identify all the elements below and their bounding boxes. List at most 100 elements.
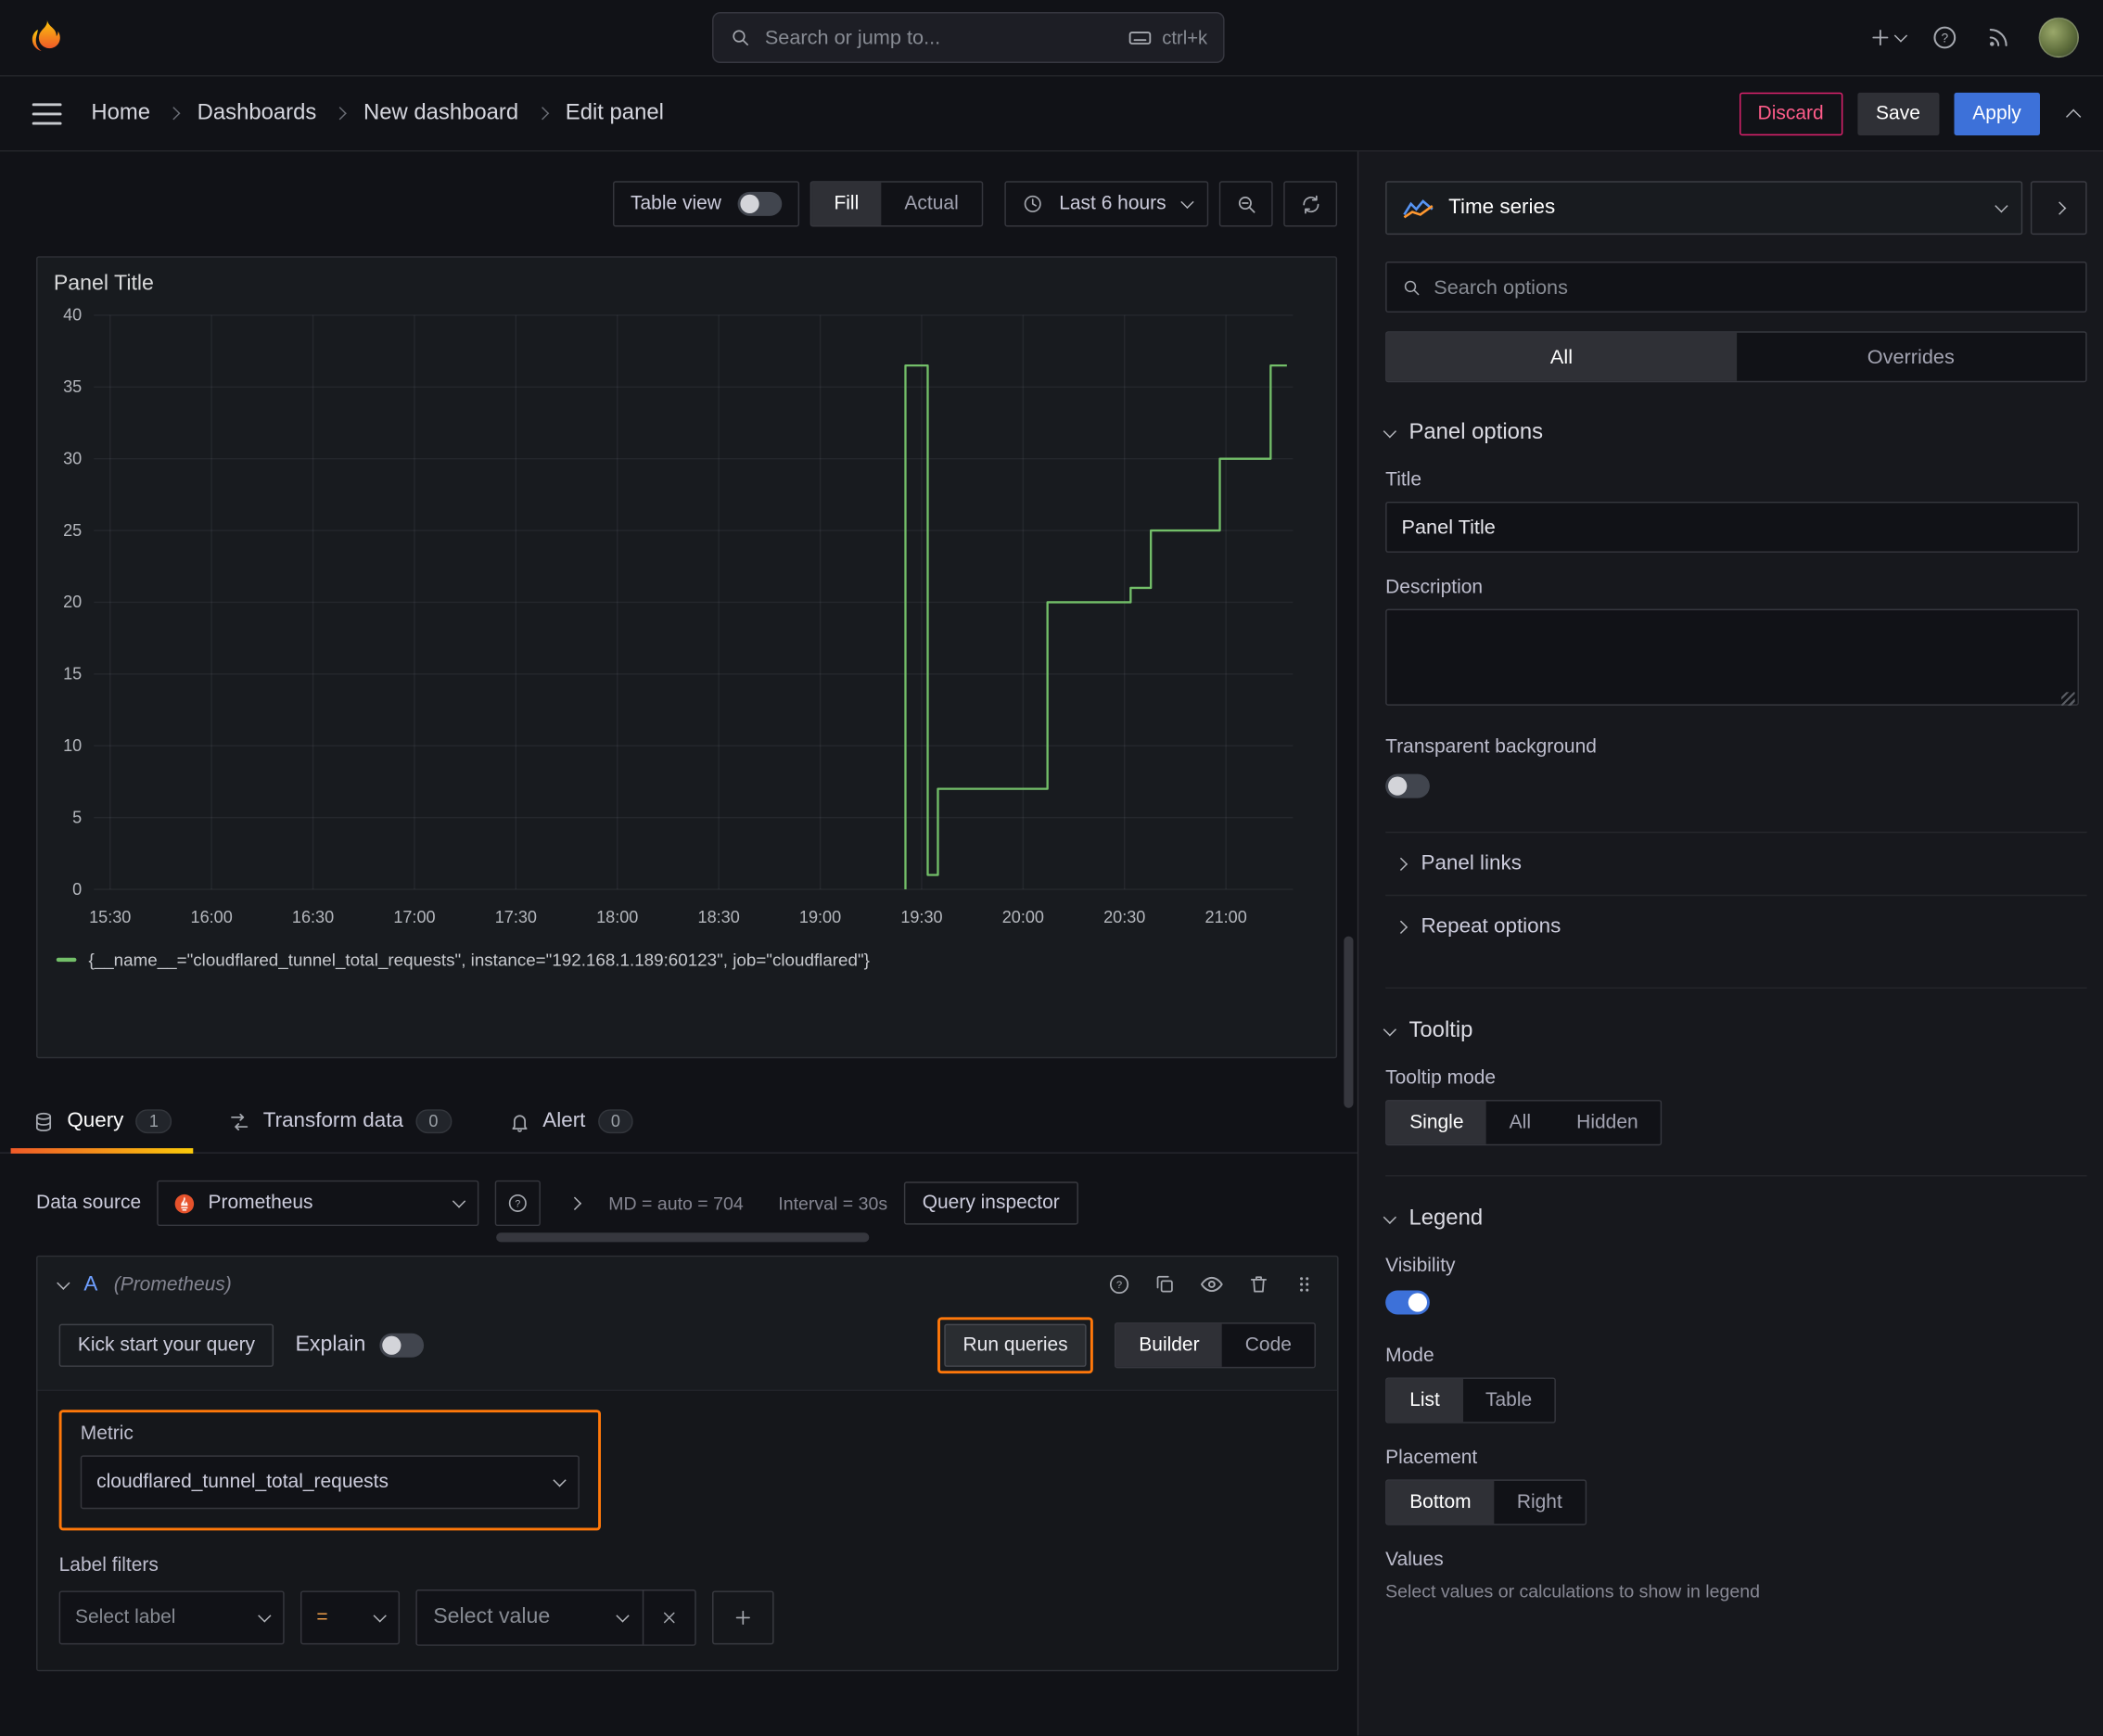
time-series-chart[interactable]: 0 5 10 15 20 25 30 35 40 15:30 16:00 16:30 17:00 17:3… bbox=[37, 297, 1314, 938]
tab-query[interactable]: Query 1 bbox=[10, 1093, 194, 1154]
options-search[interactable] bbox=[1385, 262, 2087, 313]
apply-button[interactable]: Apply bbox=[1954, 92, 2041, 135]
svg-text:40: 40 bbox=[63, 306, 82, 325]
legend-series-label[interactable]: {__name__="cloudflared_tunnel_total_requ… bbox=[88, 950, 869, 970]
legend-visibility-switch[interactable] bbox=[1385, 1290, 1430, 1315]
breadcrumb-edit-panel: Edit panel bbox=[565, 100, 664, 125]
help-icon[interactable]: ? bbox=[1931, 24, 1958, 51]
code-option[interactable]: Code bbox=[1222, 1324, 1314, 1367]
svg-text:25: 25 bbox=[63, 521, 82, 540]
query-ref-id: A bbox=[83, 1271, 98, 1296]
visualization-picker[interactable]: Time series bbox=[1385, 181, 2023, 236]
query-options-summary[interactable]: MD = auto = 704 Interval = 30s bbox=[608, 1194, 887, 1214]
query-options-expand-icon[interactable] bbox=[568, 1196, 581, 1210]
tooltip-all-option[interactable]: All bbox=[1486, 1102, 1554, 1144]
actual-option[interactable]: Actual bbox=[882, 183, 981, 225]
drag-handle-icon[interactable] bbox=[1293, 1273, 1316, 1296]
collapse-query-icon[interactable] bbox=[57, 1276, 70, 1289]
fill-option[interactable]: Fill bbox=[810, 182, 882, 225]
transparent-background-switch[interactable] bbox=[1385, 773, 1430, 798]
datasource-select[interactable]: Prometheus bbox=[157, 1180, 479, 1227]
hide-query-eye-icon[interactable] bbox=[1199, 1271, 1224, 1296]
placement-right-option[interactable]: Right bbox=[1494, 1481, 1585, 1524]
resize-handle[interactable] bbox=[2061, 692, 2075, 706]
grafana-logo-icon[interactable] bbox=[24, 15, 70, 60]
news-rss-icon[interactable] bbox=[1985, 24, 2012, 51]
horizontal-scrollbar[interactable] bbox=[496, 1232, 870, 1243]
panel-links-section[interactable]: Panel links bbox=[1385, 831, 2087, 895]
panel-preview: Panel Title 0 5 10 15 20 25 30 35 40 15:30 16:00 16… bbox=[36, 256, 1338, 1059]
tab-overrides[interactable]: Overrides bbox=[1736, 333, 2085, 381]
discard-button[interactable]: Discard bbox=[1739, 92, 1842, 135]
description-textarea[interactable] bbox=[1385, 608, 2079, 706]
vertical-scrollbar[interactable] bbox=[1344, 936, 1354, 1108]
zoom-out-button[interactable] bbox=[1218, 181, 1273, 227]
search-bar[interactable]: ctrl+k bbox=[712, 12, 1225, 63]
query-toolbar: Kick start your query Explain Run querie… bbox=[37, 1312, 1337, 1390]
options-search-input[interactable] bbox=[1434, 275, 2071, 299]
breadcrumb-dashboards[interactable]: Dashboards bbox=[198, 100, 317, 125]
tab-all[interactable]: All bbox=[1386, 332, 1737, 381]
explain-switch[interactable] bbox=[378, 1333, 424, 1358]
collapse-toolbar-icon[interactable] bbox=[2065, 108, 2082, 124]
svg-text:17:30: 17:30 bbox=[495, 908, 537, 926]
breadcrumb-new-dashboard[interactable]: New dashboard bbox=[363, 100, 518, 125]
save-button[interactable]: Save bbox=[1856, 92, 1940, 135]
select-value-dropdown[interactable]: Select value bbox=[417, 1590, 643, 1644]
chevron-down-icon bbox=[616, 1609, 629, 1622]
svg-text:?: ? bbox=[1116, 1280, 1122, 1291]
metric-select[interactable]: cloudflared_tunnel_total_requests bbox=[80, 1455, 580, 1510]
refresh-button[interactable] bbox=[1283, 181, 1338, 227]
placement-label: Placement bbox=[1385, 1447, 1478, 1469]
legend-section-header[interactable]: Legend bbox=[1383, 1206, 2086, 1231]
svg-text:20:30: 20:30 bbox=[1103, 908, 1145, 926]
repeat-options-section[interactable]: Repeat options bbox=[1385, 894, 2087, 958]
metric-label: Metric bbox=[80, 1423, 134, 1445]
tooltip-section-header[interactable]: Tooltip bbox=[1383, 1018, 2086, 1043]
query-row-header[interactable]: A (Prometheus) ? bbox=[37, 1257, 1337, 1311]
tooltip-hidden-option[interactable]: Hidden bbox=[1554, 1102, 1662, 1144]
user-avatar[interactable] bbox=[2038, 17, 2079, 58]
duplicate-query-icon[interactable] bbox=[1153, 1273, 1177, 1296]
select-label-dropdown[interactable]: Select label bbox=[58, 1590, 285, 1645]
legend-list-option[interactable]: List bbox=[1386, 1378, 1463, 1423]
panel-options-header[interactable]: Panel options bbox=[1383, 420, 2086, 445]
chevron-down-icon bbox=[1383, 424, 1396, 437]
bell-icon bbox=[511, 1114, 528, 1132]
tab-alert[interactable]: Alert 0 bbox=[487, 1093, 656, 1153]
delete-query-trash-icon[interactable] bbox=[1247, 1273, 1270, 1296]
placement-bottom-option[interactable]: Bottom bbox=[1386, 1480, 1495, 1525]
collapse-options-pane-button[interactable] bbox=[2030, 181, 2087, 236]
query-datasource-hint: (Prometheus) bbox=[113, 1273, 232, 1296]
operator-dropdown[interactable]: = bbox=[300, 1590, 401, 1645]
options-filter-tabs: All Overrides bbox=[1385, 331, 2087, 383]
chart-legend[interactable]: {__name__="cloudflared_tunnel_total_requ… bbox=[37, 944, 1335, 970]
svg-text:?: ? bbox=[516, 1198, 521, 1209]
breadcrumb: Home Dashboards New dashboard Edit panel bbox=[91, 100, 664, 125]
select-label-placeholder: Select label bbox=[74, 1606, 176, 1628]
legend-placement-group: Bottom Right bbox=[1385, 1479, 1587, 1525]
query-help-icon[interactable]: ? bbox=[1108, 1273, 1131, 1296]
explain-label: Explain bbox=[295, 1333, 366, 1357]
run-queries-button[interactable]: Run queries bbox=[944, 1323, 1087, 1367]
menu-icon[interactable] bbox=[32, 102, 62, 124]
breadcrumb-home[interactable]: Home bbox=[91, 100, 150, 125]
time-range-picker[interactable]: Last 6 hours bbox=[1003, 181, 1209, 227]
table-view-toggle[interactable]: Table view bbox=[613, 181, 799, 227]
legend-table-option[interactable]: Table bbox=[1462, 1379, 1554, 1422]
select-value-group: Select value bbox=[415, 1589, 696, 1646]
table-view-switch[interactable] bbox=[737, 191, 783, 216]
tooltip-single-option[interactable]: Single bbox=[1386, 1101, 1487, 1144]
panel-title-input[interactable] bbox=[1385, 501, 2079, 553]
remove-filter-button[interactable] bbox=[642, 1590, 695, 1645]
metric-highlight: Metric cloudflared_tunnel_total_requests bbox=[58, 1410, 601, 1531]
datasource-help-button[interactable]: ? bbox=[495, 1180, 542, 1227]
search-input[interactable] bbox=[764, 26, 1115, 49]
add-filter-button[interactable] bbox=[712, 1590, 774, 1645]
chevron-right-icon bbox=[1394, 857, 1408, 871]
add-menu-button[interactable] bbox=[1867, 25, 1906, 49]
kick-start-query-button[interactable]: Kick start your query bbox=[58, 1323, 274, 1367]
builder-option[interactable]: Builder bbox=[1115, 1323, 1223, 1367]
query-inspector-button[interactable]: Query inspector bbox=[903, 1181, 1078, 1225]
tab-transform-data[interactable]: Transform data 0 bbox=[207, 1093, 473, 1153]
